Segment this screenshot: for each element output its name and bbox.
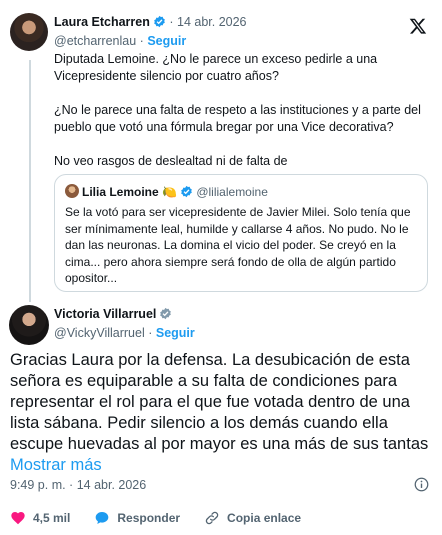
quoted-tweet-card[interactable]: Lilia Lemoine 🍋 @lilialemoine Se la votó… bbox=[54, 174, 428, 292]
main-tweet-header: Victoria Villarruel bbox=[54, 307, 172, 321]
like-button[interactable]: 4,5 mil bbox=[10, 510, 70, 526]
reply-paragraph-3: No veo rasgos de deslealtad ni de falta … bbox=[54, 154, 288, 168]
quoted-author-name: Lilia Lemoine bbox=[82, 185, 159, 199]
heart-icon bbox=[11, 512, 25, 525]
quoted-tweet-text: Se la votó para ser vicepresidente de Ja… bbox=[65, 205, 411, 285]
main-timestamp[interactable]: 9:49 p. m. · 14 abr. 2026 bbox=[10, 478, 146, 492]
verified-badge-icon bbox=[160, 307, 172, 320]
reply-paragraph-1: Diputada Lemoine. ¿No le parece un exces… bbox=[54, 52, 378, 83]
follow-button-victoria[interactable]: Seguir bbox=[156, 326, 195, 340]
follow-button-laura[interactable]: Seguir bbox=[147, 34, 186, 48]
lemon-emoji: 🍋 bbox=[162, 185, 177, 199]
link-icon bbox=[205, 511, 219, 525]
main-handle-row: @VickyVillarruel · Seguir bbox=[54, 326, 195, 340]
main-handle[interactable]: @VickyVillarruel bbox=[54, 326, 145, 340]
avatar-victoria[interactable] bbox=[9, 305, 49, 345]
like-count: 4,5 mil bbox=[33, 511, 71, 525]
reply-tweet-header: Laura Etcharren · 14 abr. 2026 bbox=[54, 15, 247, 29]
copy-link-button[interactable]: Copia enlace bbox=[204, 510, 301, 526]
separator-dot: · bbox=[148, 326, 153, 340]
action-bar: 4,5 mil Responder Copia enlace bbox=[10, 510, 325, 526]
verified-badge-icon bbox=[181, 185, 192, 198]
reply-author-name[interactable]: Laura Etcharren bbox=[54, 15, 150, 29]
reply-handle-row: @etcharrenlau · Seguir bbox=[54, 34, 186, 48]
info-icon[interactable] bbox=[414, 477, 429, 492]
reply-button[interactable]: Responder bbox=[94, 510, 180, 526]
main-tweet-body: Gracias Laura por la defensa. La desubic… bbox=[10, 351, 429, 453]
main-author-name[interactable]: Victoria Villarruel bbox=[54, 307, 156, 321]
main-tweet-text: Gracias Laura por la defensa. La desubic… bbox=[10, 350, 430, 476]
avatar-lilia bbox=[65, 184, 79, 198]
reply-paragraph-2: ¿No le parece una falta de respeto a las… bbox=[54, 103, 421, 134]
show-more-link[interactable]: Mostrar más bbox=[10, 456, 102, 474]
reply-tweet-text: Diputada Lemoine. ¿No le parece un exces… bbox=[54, 51, 424, 170]
separator-dot: · bbox=[139, 34, 144, 48]
verified-badge-icon bbox=[154, 15, 165, 28]
reply-date[interactable]: · 14 abr. 2026 bbox=[169, 15, 246, 29]
copy-link-label: Copia enlace bbox=[227, 511, 302, 525]
quoted-handle: @lilialemoine bbox=[196, 185, 268, 199]
x-logo-icon[interactable] bbox=[409, 17, 427, 35]
thread-connector-line bbox=[29, 60, 31, 302]
quoted-tweet-header: Lilia Lemoine 🍋 @lilialemoine bbox=[65, 184, 417, 199]
reply-label: Responder bbox=[117, 511, 181, 525]
reply-handle[interactable]: @etcharrenlau bbox=[54, 34, 136, 48]
avatar-laura[interactable] bbox=[10, 13, 48, 51]
reply-bubble-icon bbox=[96, 512, 109, 524]
